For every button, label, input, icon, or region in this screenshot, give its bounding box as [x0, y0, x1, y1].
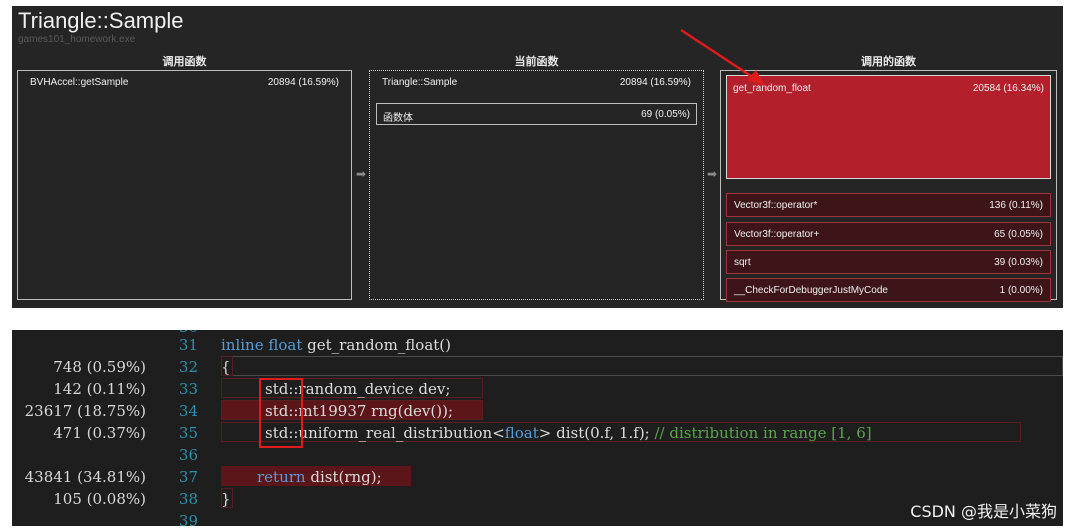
line-number: 33	[178, 380, 198, 398]
code-line[interactable]: 43841 (34.81%) 37 return dist(rng);	[12, 466, 1063, 488]
line-number: 35	[178, 424, 198, 442]
caller-name: BVHAccel::getSample	[30, 77, 129, 88]
function-body-value: 69 (0.05%)	[641, 109, 690, 120]
call-tree-panel: Triangle::Sample games101_homework.exe 调…	[12, 6, 1063, 308]
callees-box: get_random_float 20584 (16.34%) Vector3f…	[720, 70, 1057, 302]
code-text: std::uniform_real_distribution<float> di…	[265, 424, 872, 442]
line-number: 36	[178, 446, 198, 464]
line-number: 31	[178, 336, 198, 354]
callee-item[interactable]: __CheckForDebuggerJustMyCode 1 (0.00%)	[726, 278, 1051, 302]
code-line: 39	[12, 510, 1063, 526]
line-number: 34	[178, 402, 198, 420]
code-text: }	[221, 490, 231, 508]
current-function-box: Triangle::Sample 20894 (16.59%) 函数体 69 (…	[369, 70, 704, 300]
watermark: CSDN @我是小菜狗	[910, 502, 1057, 521]
callee-name: __CheckForDebuggerJustMyCode	[734, 285, 888, 296]
callee-value: 1 (0.00%)	[999, 285, 1043, 296]
code-text: inline float get_random_float()	[221, 336, 452, 354]
callee-name: sqrt	[734, 257, 751, 268]
hit-count: 471 (0.37%)	[53, 424, 146, 442]
hit-count: 142 (0.11%)	[53, 380, 146, 398]
code-line[interactable]: 36	[12, 444, 1063, 466]
current-function-header: 当前函数	[514, 56, 559, 68]
arrow-right-icon: ➡	[706, 167, 718, 181]
line-number: 38	[178, 490, 198, 508]
annotation-arrow-icon	[680, 28, 765, 86]
code-line[interactable]: 748 (0.59%) 32 {	[12, 356, 1063, 378]
line-number: 37	[178, 468, 198, 486]
hit-count: 23617 (18.75%)	[24, 402, 146, 420]
callee-value: 39 (0.03%)	[994, 257, 1043, 268]
caller-value: 20894 (16.59%)	[267, 77, 339, 88]
code-line[interactable]: 31 inline float get_random_float()	[12, 334, 1063, 356]
callee-value: 20584 (16.34%)	[972, 83, 1044, 94]
annotation-box	[259, 378, 303, 448]
callee-name: Vector3f::operator*	[734, 200, 818, 211]
callee-item[interactable]: Vector3f::operator* 136 (0.11%)	[726, 193, 1051, 217]
code-editor: 30 31 inline float get_random_float() 74…	[12, 330, 1063, 526]
process-name: games101_homework.exe	[18, 34, 136, 45]
hit-count: 105 (0.08%)	[53, 490, 146, 508]
callers-box: BVHAccel::getSample 20894 (16.59%)	[17, 70, 352, 300]
callee-name: Vector3f::operator+	[734, 229, 820, 240]
line-number: 32	[178, 358, 198, 376]
current-function-item[interactable]: Triangle::Sample 20894 (16.59%)	[376, 71, 697, 95]
code-line[interactable]: 142 (0.11%) 33 std::random_device dev;	[12, 378, 1063, 400]
code-line[interactable]: 105 (0.08%) 38 }	[12, 488, 1063, 510]
current-function-name: Triangle::Sample	[382, 77, 458, 88]
code-text: {	[221, 358, 231, 376]
code-line[interactable]: 23617 (18.75%) 34 std::mt19937 rng(dev()…	[12, 400, 1063, 422]
arrow-right-icon: ➡	[355, 167, 367, 181]
callee-item[interactable]: sqrt 39 (0.03%)	[726, 250, 1051, 274]
function-body-name: 函数体	[383, 113, 413, 124]
code-line[interactable]: 471 (0.37%) 35 std::uniform_real_distrib…	[12, 422, 1063, 444]
page-title: Triangle::Sample	[18, 8, 184, 33]
hit-count: 748 (0.59%)	[53, 358, 146, 376]
callee-value: 65 (0.05%)	[994, 229, 1043, 240]
hit-count: 43841 (34.81%)	[24, 468, 146, 486]
code-text: return dist(rng);	[257, 468, 382, 486]
callers-header: 调用函数	[162, 56, 207, 68]
callee-item-hot[interactable]: get_random_float 20584 (16.34%)	[726, 75, 1051, 179]
callees-header: 调用的函数	[861, 56, 916, 68]
function-body-item[interactable]: 函数体 69 (0.05%)	[376, 103, 697, 125]
callee-item[interactable]: Vector3f::operator+ 65 (0.05%)	[726, 222, 1051, 246]
line-number: 39	[178, 512, 198, 526]
caller-item[interactable]: BVHAccel::getSample 20894 (16.59%)	[24, 71, 345, 95]
callee-value: 136 (0.11%)	[989, 200, 1043, 211]
